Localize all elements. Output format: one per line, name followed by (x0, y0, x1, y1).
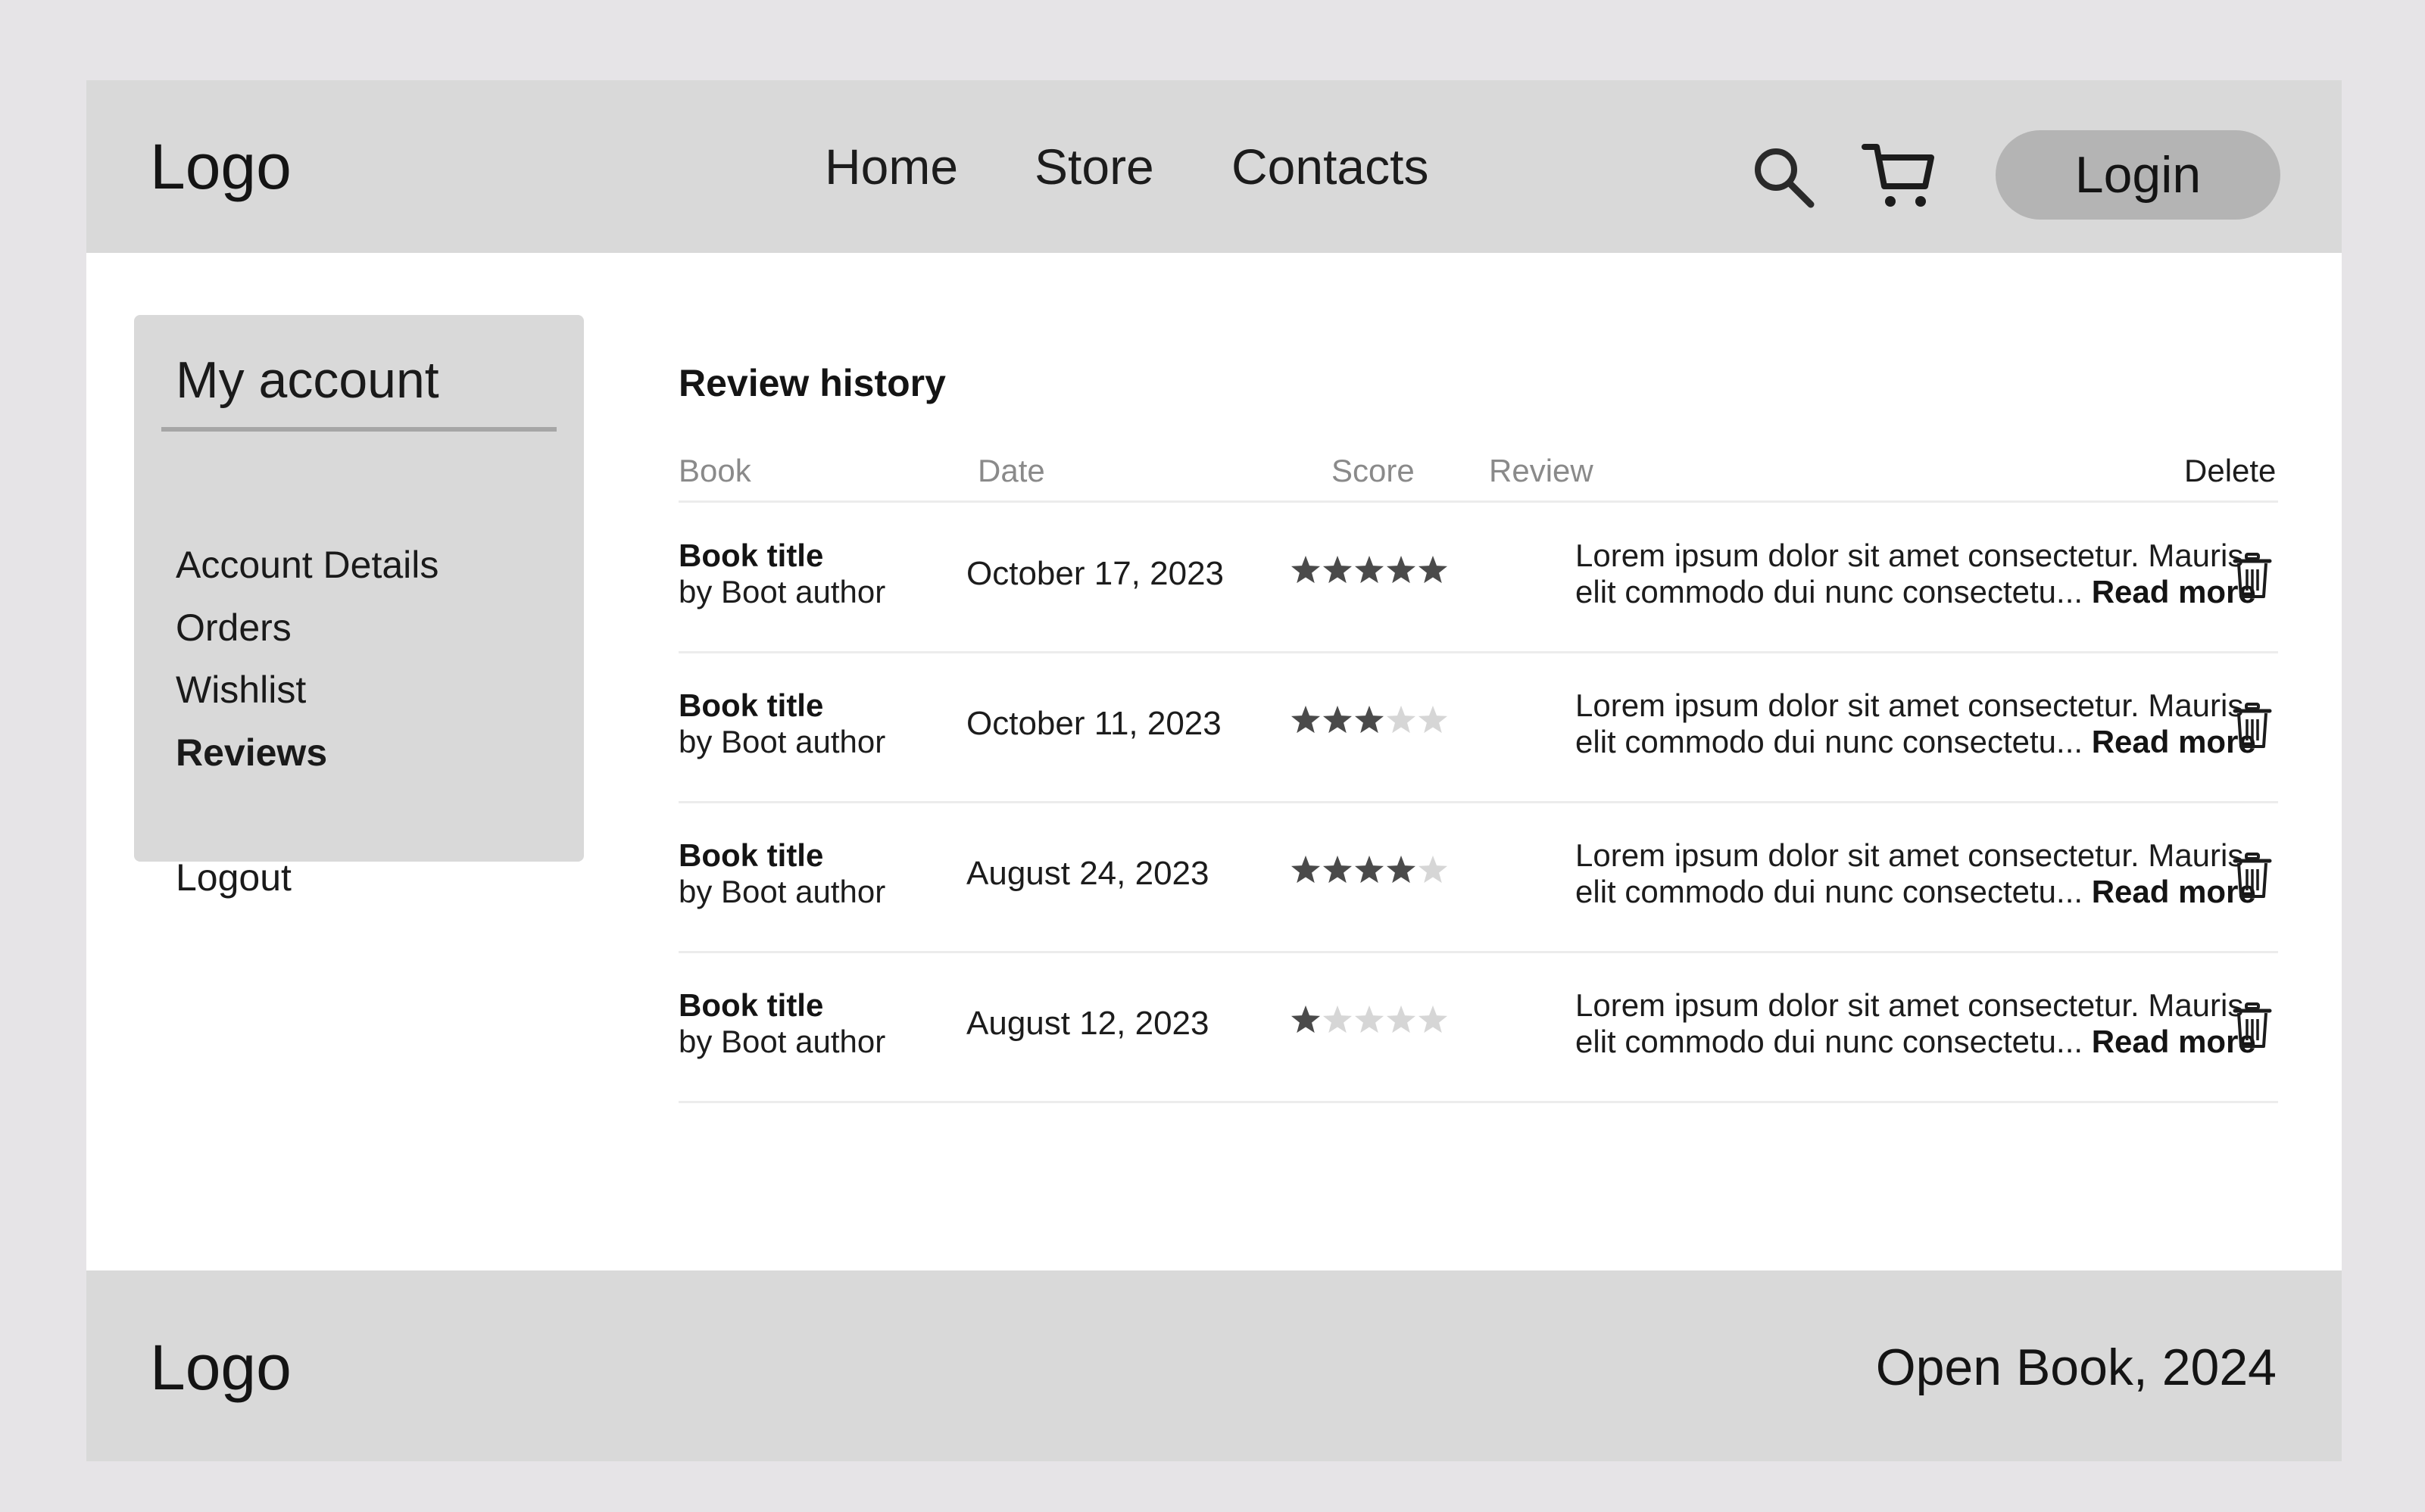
review-line: Lorem ipsum dolor sit amet consectetur. … (1575, 987, 2244, 1023)
book-title[interactable]: Book title (679, 837, 823, 874)
review-date: October 17, 2023 (966, 555, 1225, 592)
column-header-delete: Delete (2184, 453, 2277, 488)
table-row: Book title by Boot author October 17, 2023… (679, 503, 2278, 653)
review-text: Lorem ipsum dolor sit amet consectetur. … (1575, 837, 2287, 910)
star-empty-icon (1418, 856, 1448, 884)
review-date: August 12, 2023 (966, 1005, 1209, 1042)
review-excerpt: elit commodo dui nunc consectetu... (1575, 574, 2083, 609)
trash-icon[interactable] (2233, 1002, 2272, 1049)
star-filled-icon (1291, 1005, 1321, 1033)
nav-store[interactable]: Store (1035, 138, 1154, 195)
review-line: elit commodo dui nunc consectetu... Read… (1575, 724, 2287, 760)
star-rating (1291, 1005, 1448, 1033)
star-filled-icon (1354, 856, 1384, 884)
star-empty-icon (1418, 706, 1448, 734)
book-author: by Boot author (679, 574, 886, 609)
star-filled-icon (1291, 706, 1321, 734)
page-frame: Logo Home Store Contacts Login My accoun… (86, 80, 2342, 1461)
review-excerpt: elit commodo dui nunc consectetu... (1575, 1024, 2083, 1059)
sidebar-item-account-details[interactable]: Account Details (176, 542, 438, 588)
star-rating (1291, 856, 1448, 884)
table-row: Book title by Boot author August 24, 2023 L… (679, 803, 2278, 952)
review-excerpt: elit commodo dui nunc consectetu... (1575, 724, 2083, 759)
book-author: by Boot author (679, 1024, 886, 1059)
site-footer: Logo Open Book, 2024 (86, 1270, 2342, 1461)
column-header-review: Review (1489, 453, 1593, 488)
footer-copyright: Open Book, 2024 (1875, 1339, 2277, 1396)
star-empty-icon (1322, 1005, 1353, 1033)
book-title[interactable]: Book title (679, 987, 823, 1024)
account-sidebar: My account Account Details Orders Wishli… (134, 315, 584, 899)
star-filled-icon (1291, 556, 1321, 584)
star-filled-icon (1386, 856, 1416, 884)
star-empty-icon (1418, 1005, 1448, 1033)
read-more-link[interactable]: Read more (2092, 724, 2256, 759)
nav-contacts[interactable]: Contacts (1231, 138, 1428, 195)
star-empty-icon (1354, 1005, 1384, 1033)
review-line: elit commodo dui nunc consectetu... Read… (1575, 874, 2287, 910)
star-filled-icon (1354, 706, 1384, 734)
star-filled-icon (1418, 556, 1448, 584)
star-empty-icon (1386, 706, 1416, 734)
star-filled-icon (1322, 856, 1353, 884)
review-line: elit commodo dui nunc consectetu... Read… (1575, 574, 2287, 610)
row-divider (679, 1101, 2278, 1103)
star-filled-icon (1386, 556, 1416, 584)
read-more-link[interactable]: Read more (2092, 1024, 2256, 1059)
star-empty-icon (1386, 1005, 1416, 1033)
book-author: by Boot author (679, 874, 886, 909)
review-line: Lorem ipsum dolor sit amet consectetur. … (1575, 837, 2244, 873)
star-filled-icon (1354, 556, 1384, 584)
login-button[interactable]: Login (1996, 130, 2280, 220)
review-date: October 11, 2023 (966, 705, 1222, 742)
review-text: Lorem ipsum dolor sit amet consectetur. … (1575, 987, 2287, 1060)
site-header: Logo Home Store Contacts Login (86, 80, 2342, 253)
review-line: Lorem ipsum dolor sit amet consectetur. … (1575, 687, 2244, 723)
nav-home[interactable]: Home (825, 138, 958, 195)
book-title[interactable]: Book title (679, 687, 823, 724)
table-row: Book title by Boot author October 11, 2023… (679, 653, 2278, 803)
review-line: elit commodo dui nunc consectetu... Read… (1575, 1024, 2287, 1060)
trash-icon[interactable] (2233, 553, 2272, 600)
table-row: Book title by Boot author August 12, 2023 L… (679, 952, 2278, 1102)
book-title[interactable]: Book title (679, 538, 823, 574)
review-excerpt: elit commodo dui nunc consectetu... (1575, 874, 2083, 909)
column-header-book: Book (679, 453, 751, 488)
star-rating (1291, 556, 1448, 584)
sidebar-title: My account (176, 351, 439, 409)
footer-logo[interactable]: Logo (150, 1333, 292, 1402)
star-filled-icon (1322, 556, 1353, 584)
trash-icon[interactable] (2233, 853, 2272, 899)
search-icon[interactable] (1749, 142, 1817, 210)
sidebar-item-reviews[interactable]: Reviews (176, 730, 327, 775)
sidebar-divider (161, 427, 557, 432)
star-filled-icon (1322, 706, 1353, 734)
sidebar-item-logout[interactable]: Logout (176, 855, 292, 900)
header-logo[interactable]: Logo (150, 132, 292, 201)
review-date: August 24, 2023 (966, 855, 1209, 892)
page-title: Review history (679, 362, 946, 404)
review-text: Lorem ipsum dolor sit amet consectetur. … (1575, 538, 2287, 610)
star-filled-icon (1291, 856, 1321, 884)
trash-icon[interactable] (2233, 703, 2272, 750)
sidebar-item-wishlist[interactable]: Wishlist (176, 667, 306, 712)
review-text: Lorem ipsum dolor sit amet consectetur. … (1575, 687, 2287, 760)
column-header-date: Date (978, 453, 1045, 488)
sidebar-item-orders[interactable]: Orders (176, 605, 292, 650)
cart-icon[interactable] (1862, 139, 1937, 212)
book-author: by Boot author (679, 724, 886, 759)
review-line: Lorem ipsum dolor sit amet consectetur. … (1575, 538, 2244, 573)
read-more-link[interactable]: Read more (2092, 874, 2256, 909)
read-more-link[interactable]: Read more (2092, 574, 2256, 609)
column-header-score: Score (1331, 453, 1415, 488)
star-rating (1291, 706, 1448, 734)
